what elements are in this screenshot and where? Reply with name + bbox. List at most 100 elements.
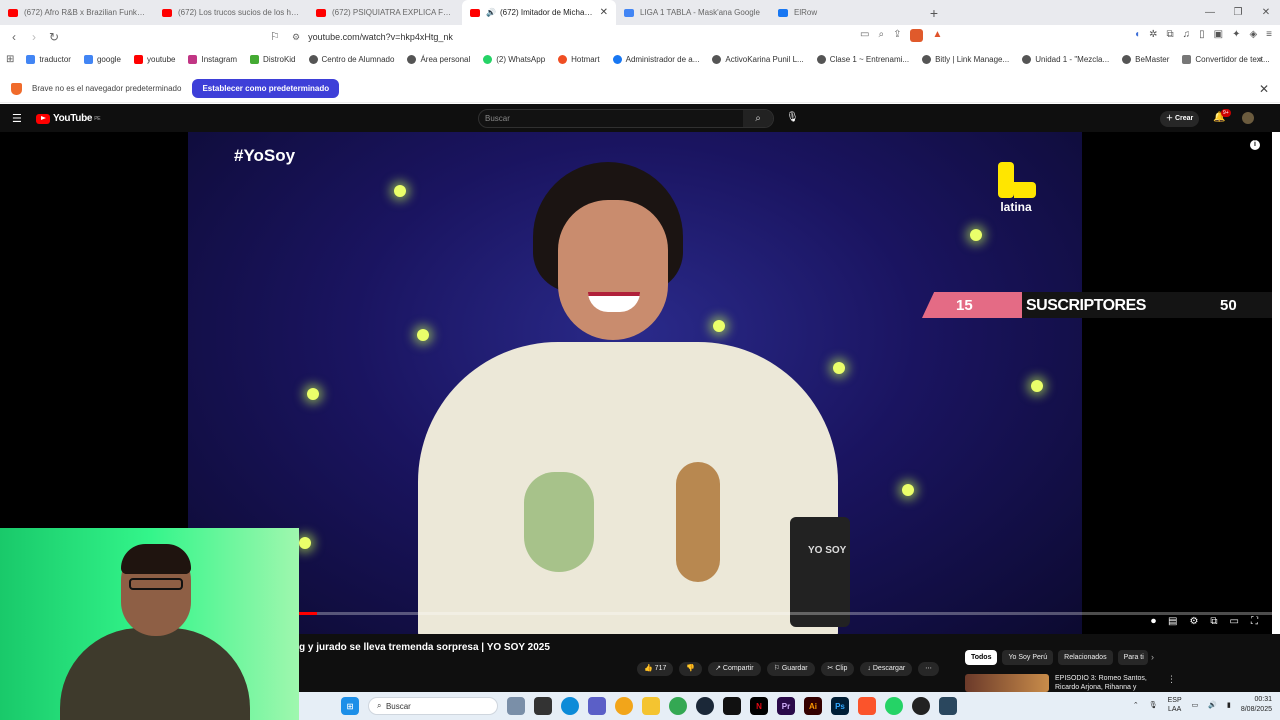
like-button[interactable]: 👍 717 [637, 662, 674, 676]
screenshot-icon[interactable]: ⧉ [1166, 29, 1173, 40]
close-infobar-icon[interactable]: ✕ [1259, 82, 1269, 96]
chip-para-ti[interactable]: Para ti [1117, 650, 1148, 665]
bookmark-instagram[interactable]: Instagram [188, 54, 237, 64]
chrome-canary-icon[interactable] [615, 697, 633, 715]
illustrator-icon[interactable]: Ai [804, 697, 822, 715]
reload-icon[interactable]: ↻ [44, 30, 64, 44]
photoshop-icon[interactable]: Ps [831, 697, 849, 715]
microphone-tray-icon[interactable]: 🎙 [1149, 701, 1158, 709]
hamburger-menu-icon[interactable]: ☰ [12, 112, 22, 125]
capcut-icon[interactable] [723, 697, 741, 715]
download-button[interactable]: ↓ Descargar [860, 662, 913, 676]
fullscreen-icon[interactable]: ⛶ [1251, 616, 1258, 627]
clock[interactable]: 00:31 8/08/2025 [1241, 695, 1272, 715]
bookmark-administrador[interactable]: Administrador de a... [612, 54, 699, 64]
miniplayer-icon[interactable]: ⧉ [1210, 616, 1217, 627]
extensions-icon[interactable]: ✲ [1149, 29, 1157, 40]
premiere-icon[interactable]: Pr [777, 697, 795, 715]
network-icon[interactable]: ▭ [1192, 701, 1199, 709]
tab-elrow[interactable]: ElRow [770, 0, 924, 25]
battery-icon[interactable]: ▮ [1227, 701, 1231, 709]
zoom-icon[interactable]: ⌕ [878, 29, 884, 42]
video-info-icon[interactable]: i [1250, 140, 1260, 150]
bookmark-google[interactable]: google [83, 54, 121, 64]
autoplay-toggle-icon[interactable]: ⏺ [1151, 616, 1156, 627]
menu-icon[interactable]: ≡ [1266, 29, 1272, 40]
bookmark-activokarina[interactable]: ActivoKarina Punil L... [712, 54, 804, 64]
brave-shields-icon[interactable] [910, 29, 924, 42]
wallet-icon[interactable]: ▣ [1214, 29, 1223, 40]
bookmark-icon[interactable]: ⚐ [270, 30, 280, 43]
chip-yosoy-peru[interactable]: Yo Soy Perú [1002, 650, 1054, 665]
steam-icon[interactable] [696, 697, 714, 715]
more-bookmarks-icon[interactable]: » [1256, 54, 1262, 65]
widgets-icon[interactable] [507, 697, 525, 715]
task-view-icon[interactable] [534, 697, 552, 715]
bookmark-area-personal[interactable]: Área personal [407, 54, 470, 64]
create-button[interactable]: ＋ Crear [1160, 111, 1200, 127]
dislike-button[interactable]: 👎 [679, 662, 703, 676]
vpn-icon[interactable]: ◈ [1249, 29, 1257, 40]
back-icon[interactable]: ‹ [4, 30, 24, 44]
progress-bar[interactable] [298, 612, 1272, 615]
subtitles-icon[interactable]: ▤ [1168, 616, 1177, 627]
chrome-icon[interactable] [669, 697, 687, 715]
clip-button[interactable]: ✂ Clip [820, 662, 855, 676]
search-icon[interactable]: ⌕ [743, 110, 773, 127]
tab-imitador-active[interactable]: 🔊 (672) Imitador de Michael Jac ✕ [462, 0, 616, 25]
tab-psiquiatra[interactable]: (672) PSIQUIATRA EXPLICA FENÓME [308, 0, 462, 25]
brave-icon[interactable] [858, 697, 876, 715]
avatar[interactable] [1242, 112, 1254, 124]
restore-icon[interactable]: ❐ [1224, 0, 1252, 25]
tab-trucos-sucios[interactable]: (672) Los trucos sucios de los hotele [154, 0, 308, 25]
save-button[interactable]: ⚐ Guardar [766, 662, 815, 676]
youtube-logo[interactable]: YouTube PE [36, 113, 101, 124]
sidebar-icon[interactable]: ▯ [1199, 29, 1205, 40]
bookmark-whatsapp[interactable]: (2) WhatsApp [483, 54, 545, 64]
share-button[interactable]: ↗ Compartir [708, 662, 761, 676]
tab-liga1[interactable]: LIGA 1 TABLA - Mask'ana Google [616, 0, 770, 25]
cast-icon[interactable]: ▭ [860, 29, 869, 42]
site-info-icon[interactable]: ⚙ [292, 32, 300, 43]
teams-icon[interactable] [588, 697, 606, 715]
bookmark-centro-alumnado[interactable]: Centro de Alumnado [308, 54, 394, 64]
apps-grid-icon[interactable]: ⊞ [6, 54, 14, 65]
volume-icon[interactable]: 🔊 [1208, 701, 1217, 709]
bookmark-traductor[interactable]: traductor [26, 54, 71, 64]
bookmark-distrokid[interactable]: DistroKid [250, 54, 296, 64]
brave-rewards-icon[interactable]: ▲ [932, 29, 942, 42]
recommended-thumbnail[interactable] [965, 674, 1049, 692]
new-tab-icon[interactable]: + [924, 5, 944, 21]
leo-ai-icon[interactable]: ✦ [1232, 29, 1240, 40]
steam-running-icon[interactable] [939, 697, 957, 715]
edge-icon[interactable] [561, 697, 579, 715]
chip-relacionados[interactable]: Relacionados [1058, 650, 1113, 665]
youtube-search-input[interactable]: Buscar ⌕ [478, 109, 774, 128]
netflix-icon[interactable]: N [750, 697, 768, 715]
language-indicator[interactable]: ESP LAA [1168, 696, 1182, 714]
bookmark-hotmart[interactable]: Hotmart [558, 54, 600, 64]
more-actions-icon[interactable]: ⋯ [918, 662, 940, 676]
media-playing-icon[interactable]: ◖ [1134, 29, 1140, 40]
set-default-button[interactable]: Establecer como predeterminado [192, 79, 340, 98]
whatsapp-icon[interactable] [885, 697, 903, 715]
bookmark-bemaster[interactable]: BeMaster [1122, 54, 1169, 64]
taskbar-search[interactable]: ⌕ Buscar [368, 697, 498, 715]
bookmark-bitly[interactable]: Bitly | Link Manage... [922, 54, 1009, 64]
obs-icon[interactable] [912, 697, 930, 715]
chevron-right-icon[interactable]: › [1151, 652, 1154, 662]
chip-todos[interactable]: Todos [965, 650, 998, 665]
close-window-icon[interactable]: ✕ [1252, 0, 1280, 25]
windows-start-icon[interactable]: ⊞ [341, 697, 359, 715]
settings-gear-icon[interactable]: ⚙ [1189, 616, 1198, 627]
forward-icon[interactable]: › [24, 30, 44, 44]
bookmark-clase1[interactable]: Clase 1 ~ Entrenami... [816, 54, 909, 64]
bookmark-youtube[interactable]: youtube [134, 54, 175, 64]
music-icon[interactable]: ♫ [1183, 29, 1191, 40]
minimize-icon[interactable]: — [1196, 0, 1224, 25]
close-tab-icon[interactable]: ✕ [600, 7, 608, 18]
theater-mode-icon[interactable]: ▭ [1230, 616, 1239, 627]
bookmark-unidad1[interactable]: Unidad 1 - "Mezcla... [1022, 54, 1109, 64]
microphone-icon[interactable]: 🎙 [786, 112, 799, 123]
address-bar[interactable]: ⚙ youtube.com/watch?v=hkp4xHtg_nk [292, 27, 882, 47]
